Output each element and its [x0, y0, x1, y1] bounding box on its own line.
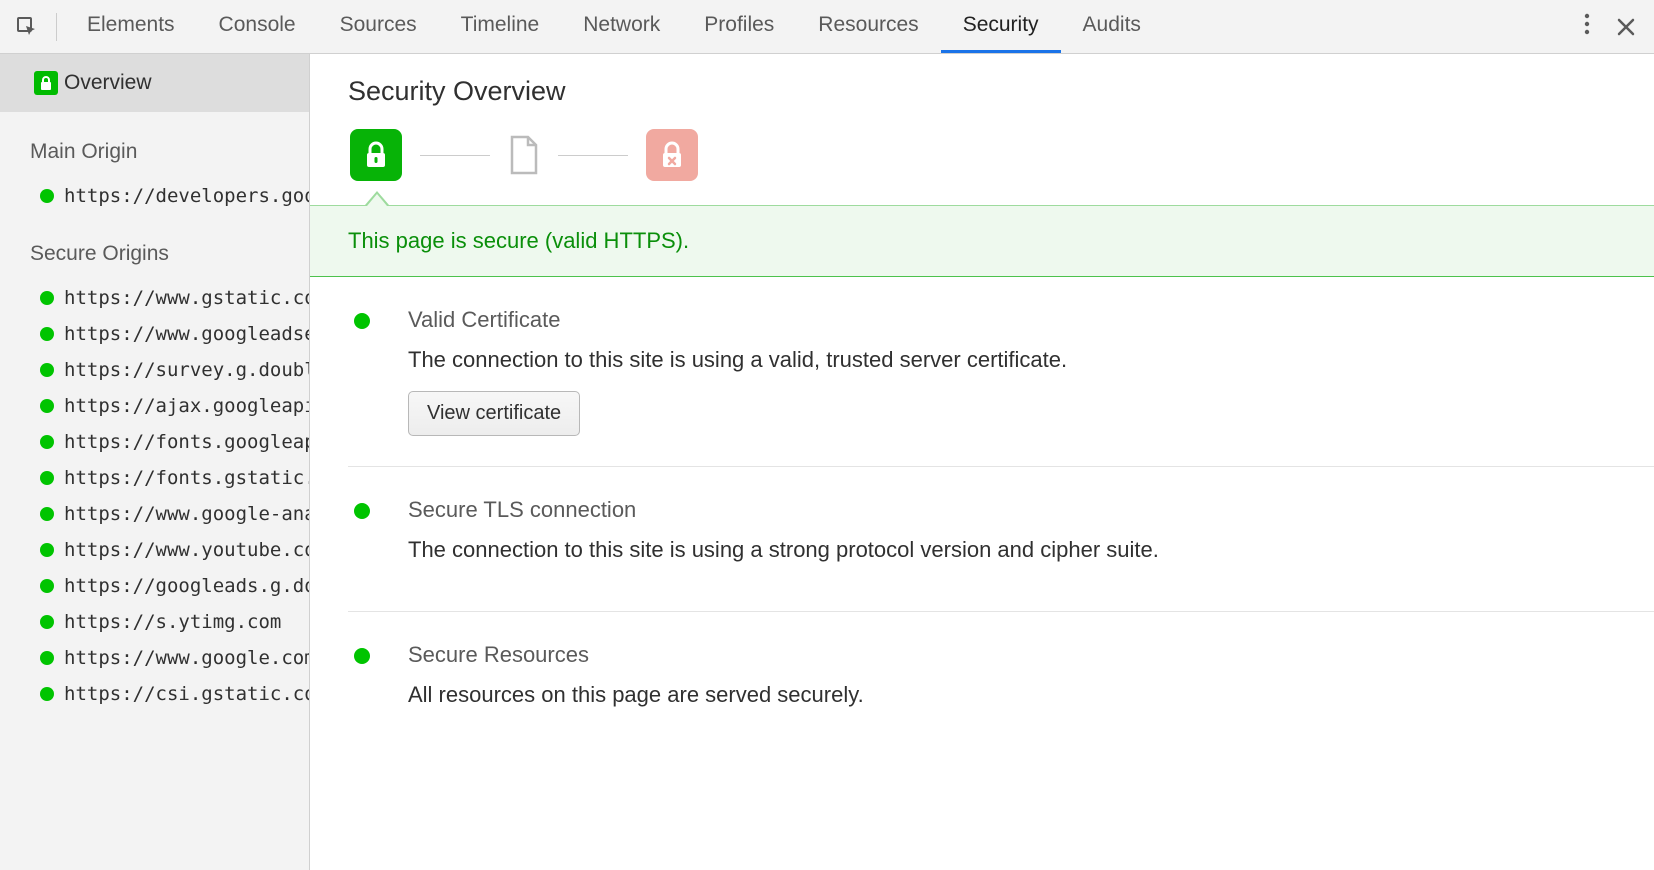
tab-audits[interactable]: Audits — [1061, 0, 1163, 53]
secure-dot-icon — [354, 313, 370, 329]
secure-dot-icon — [40, 543, 54, 557]
secure-dot-icon — [354, 503, 370, 519]
tab-security[interactable]: Security — [941, 0, 1061, 53]
origin-url: https://ajax.googleapis.com — [64, 395, 309, 417]
origin-item[interactable]: https://s.ytimg.com — [40, 604, 309, 640]
secure-dot-icon — [40, 435, 54, 449]
security-state-indicator — [348, 129, 1654, 181]
sidebar-overview[interactable]: Overview — [0, 54, 309, 112]
detail-description: The connection to this site is using a v… — [408, 347, 1614, 373]
close-icon[interactable] — [1616, 17, 1636, 37]
detail-title: Secure TLS connection — [408, 497, 1614, 523]
secure-dot-icon — [40, 291, 54, 305]
kebab-menu-icon[interactable] — [1584, 12, 1590, 42]
state-connector-line — [558, 155, 628, 156]
tab-console[interactable]: Console — [197, 0, 318, 53]
security-status-banner: This page is secure (valid HTTPS). — [310, 205, 1654, 277]
insecure-state-icon — [646, 129, 698, 181]
origin-url: https://www.googleadservices.com — [64, 323, 309, 345]
secure-origins-header: Secure Origins — [0, 214, 309, 280]
origin-url: https://csi.gstatic.com — [64, 683, 309, 705]
tabbar-divider — [56, 13, 57, 41]
sidebar-overview-label: Overview — [64, 71, 152, 95]
secure-origin-list: https://www.gstatic.com https://www.googl… — [0, 280, 309, 712]
secure-dot-icon — [40, 687, 54, 701]
secure-dot-icon — [40, 471, 54, 485]
tab-profiles[interactable]: Profiles — [682, 0, 796, 53]
detail-title: Secure Resources — [408, 642, 1614, 668]
origin-item[interactable]: https://www.googleadservices.com — [40, 316, 309, 352]
secure-dot-icon — [40, 327, 54, 341]
origin-url: https://www.gstatic.com — [64, 287, 309, 309]
origin-item[interactable]: https://www.youtube.com — [40, 532, 309, 568]
origin-item[interactable]: https://ajax.googleapis.com — [40, 388, 309, 424]
origin-item[interactable]: https://www.gstatic.com — [40, 280, 309, 316]
inspect-element-icon[interactable] — [12, 12, 42, 42]
main-origin-header: Main Origin — [0, 112, 309, 178]
origin-url: https://www.google-analytics.com — [64, 503, 309, 525]
origin-item[interactable]: https://googleads.g.doubleclick.net — [40, 568, 309, 604]
tab-network[interactable]: Network — [561, 0, 682, 53]
secure-dot-icon — [40, 651, 54, 665]
origin-item[interactable]: https://developers.google.com — [40, 178, 309, 214]
origin-url: https://www.youtube.com — [64, 539, 309, 561]
origin-item[interactable]: https://fonts.googleapis.com — [40, 424, 309, 460]
origin-url: https://fonts.googleapis.com — [64, 431, 309, 453]
lock-secure-icon — [34, 71, 58, 95]
devtools-tabbar: ElementsConsoleSourcesTimelineNetworkPro… — [0, 0, 1654, 54]
origin-item[interactable]: https://www.google-analytics.com — [40, 496, 309, 532]
state-connector-line — [420, 155, 490, 156]
detail-title: Valid Certificate — [408, 307, 1614, 333]
origin-url: https://survey.g.doubleclick.net — [64, 359, 309, 381]
tabs-container: ElementsConsoleSourcesTimelineNetworkPro… — [65, 0, 1163, 53]
origin-item[interactable]: https://survey.g.doubleclick.net — [40, 352, 309, 388]
detail-description: The connection to this site is using a s… — [408, 537, 1614, 563]
security-detail-block: Valid Certificate The connection to this … — [348, 277, 1654, 467]
secure-dot-icon — [40, 579, 54, 593]
page-title: Security Overview — [348, 76, 1654, 107]
origin-url: https://s.ytimg.com — [64, 611, 281, 633]
secure-dot-icon — [40, 507, 54, 521]
origin-item[interactable]: https://csi.gstatic.com — [40, 676, 309, 712]
origin-url: https://developers.google.com — [64, 185, 309, 207]
origin-url: https://googleads.g.doubleclick.net — [64, 575, 309, 597]
secure-dot-icon — [40, 399, 54, 413]
tab-timeline[interactable]: Timeline — [439, 0, 562, 53]
security-main-panel: Security Overview — [310, 54, 1654, 870]
origin-url: https://www.google.com — [64, 647, 309, 669]
page-neutral-icon — [508, 135, 540, 175]
tab-resources[interactable]: Resources — [796, 0, 940, 53]
secure-dot-icon — [40, 363, 54, 377]
secure-dot-icon — [40, 189, 54, 203]
origin-item[interactable]: https://www.google.com — [40, 640, 309, 676]
view-certificate-button[interactable]: View certificate — [408, 391, 580, 436]
security-sidebar: Overview Main Origin https://developers.… — [0, 54, 310, 870]
tab-elements[interactable]: Elements — [65, 0, 197, 53]
security-detail-block: Secure TLS connection The connection to t… — [348, 467, 1654, 612]
detail-description: All resources on this page are served se… — [408, 682, 1614, 708]
origin-url: https://fonts.gstatic.com — [64, 467, 309, 489]
secure-dot-icon — [40, 615, 54, 629]
main-origin-list: https://developers.google.com — [0, 178, 309, 214]
secure-state-icon — [350, 129, 402, 181]
security-detail-block: Secure Resources All resources on this pa… — [348, 612, 1654, 756]
tab-sources[interactable]: Sources — [318, 0, 439, 53]
secure-dot-icon — [354, 648, 370, 664]
origin-item[interactable]: https://fonts.gstatic.com — [40, 460, 309, 496]
